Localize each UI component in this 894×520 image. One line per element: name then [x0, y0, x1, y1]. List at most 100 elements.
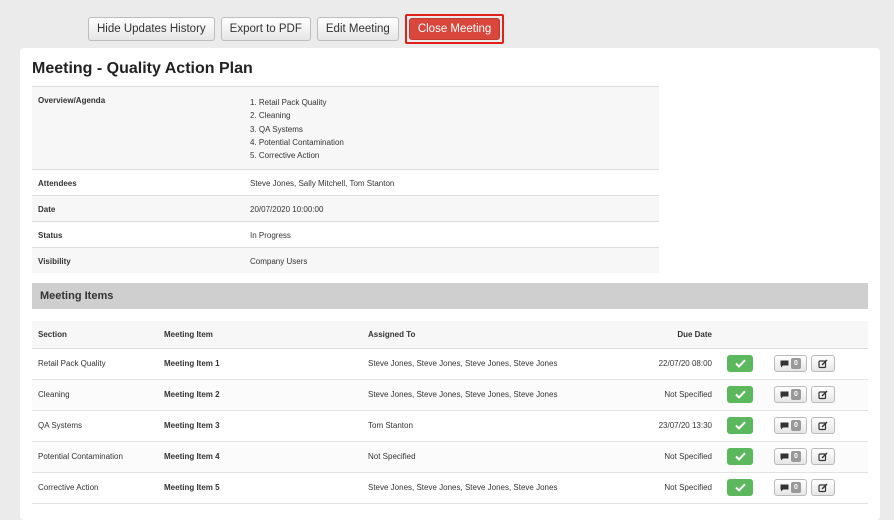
check-icon	[734, 421, 746, 430]
comment-icon	[780, 484, 789, 491]
row-section: Retail Pack Quality	[32, 348, 158, 380]
row-assigned-to: Steve Jones, Steve Jones, Steve Jones, S…	[362, 348, 594, 380]
close-meeting-button[interactable]: Close Meeting	[408, 18, 501, 40]
agenda-list: 1. Retail Pack Quality 2. Cleaning 3. QA…	[244, 85, 659, 170]
check-icon	[734, 359, 746, 368]
edit-icon	[818, 421, 828, 430]
details-row-status: Status In Progress	[32, 221, 659, 248]
agenda-item: 4. Potential Contamination	[250, 137, 344, 147]
column-header-section: Section	[32, 321, 158, 349]
meeting-panel: Meeting - Quality Action Plan Overview/A…	[20, 48, 880, 520]
edit-icon	[818, 452, 828, 461]
row-actions-cell: 0	[768, 379, 868, 411]
row-section: Cleaning	[32, 379, 158, 411]
table-row: Corrective Action Meeting Item 5 Steve J…	[32, 472, 868, 504]
comments-button[interactable]: 0	[774, 448, 807, 465]
row-meeting-item: Meeting Item 3	[158, 410, 362, 442]
row-due-date: Not Specified	[594, 379, 712, 411]
edit-item-button[interactable]	[811, 417, 836, 434]
row-complete-cell	[712, 379, 768, 411]
comments-button[interactable]: 0	[774, 417, 807, 434]
check-icon	[734, 483, 746, 492]
items-table-body: Retail Pack Quality Meeting Item 1 Steve…	[32, 348, 868, 504]
row-complete-cell	[712, 348, 768, 380]
column-header-assigned: Assigned To	[362, 321, 594, 349]
table-row: Potential Contamination Meeting Item 4 N…	[32, 441, 868, 473]
row-due-date: Not Specified	[594, 472, 712, 504]
agenda-item: 1. Retail Pack Quality	[250, 98, 327, 107]
agenda-item: 2. Cleaning	[250, 111, 291, 121]
row-complete-cell	[712, 472, 768, 504]
agenda-item: 3. QA Systems	[250, 124, 303, 134]
meeting-items-heading: Meeting Items	[32, 283, 868, 309]
row-meeting-item: Meeting Item 1	[158, 348, 362, 380]
details-row-visibility: Visibility Company Users	[32, 247, 659, 274]
comment-icon	[780, 453, 789, 460]
comment-count: 0	[791, 420, 801, 431]
meeting-items-table: Section Meeting Item Assigned To Due Dat…	[32, 321, 868, 504]
row-due-date: 22/07/20 08:00	[594, 348, 712, 380]
attendees-value: Steve Jones, Sally Mitchell, Tom Stanton	[244, 169, 659, 196]
toolbar: Hide Updates History Export to PDF Edit …	[88, 14, 505, 44]
page-title: Meeting - Quality Action Plan	[32, 60, 253, 77]
comments-button[interactable]: 0	[774, 355, 807, 372]
details-row-overview: Overview/Agenda 1. Retail Pack Quality 2…	[32, 85, 659, 170]
complete-button[interactable]	[727, 448, 753, 465]
complete-button[interactable]	[727, 479, 753, 496]
complete-button[interactable]	[727, 355, 753, 372]
comment-icon	[780, 422, 789, 429]
comments-button[interactable]: 0	[774, 386, 807, 403]
comment-count: 0	[791, 482, 801, 493]
table-row: Cleaning Meeting Item 2 Steve Jones, Ste…	[32, 379, 868, 411]
visibility-label: Visibility	[32, 247, 244, 274]
visibility-value: Company Users	[244, 247, 659, 274]
row-due-date: Not Specified	[594, 441, 712, 473]
row-meeting-item: Meeting Item 2	[158, 379, 362, 411]
comment-count: 0	[791, 389, 801, 400]
column-header-item: Meeting Item	[158, 321, 362, 349]
complete-button[interactable]	[727, 417, 753, 434]
comment-icon	[780, 360, 789, 367]
edit-item-button[interactable]	[811, 355, 836, 372]
row-assigned-to: Not Specified	[362, 441, 594, 473]
edit-item-button[interactable]	[811, 448, 836, 465]
table-row: QA Systems Meeting Item 3 Tom Stanton 23…	[32, 410, 868, 442]
status-value: In Progress	[244, 221, 659, 248]
meeting-details-table: Overview/Agenda 1. Retail Pack Quality 2…	[32, 85, 659, 274]
edit-icon	[818, 359, 828, 368]
date-label: Date	[32, 195, 244, 222]
export-to-pdf-button[interactable]: Export to PDF	[220, 17, 311, 41]
column-header-due: Due Date	[594, 321, 712, 349]
row-due-date: 23/07/20 13:30	[594, 410, 712, 442]
details-row-attendees: Attendees Steve Jones, Sally Mitchell, T…	[32, 169, 659, 196]
date-value: 20/07/2020 10:00:00	[244, 195, 659, 222]
row-assigned-to: Steve Jones, Steve Jones, Steve Jones, S…	[362, 472, 594, 504]
complete-button[interactable]	[727, 386, 753, 403]
column-header-actions	[768, 321, 868, 349]
comment-icon	[780, 391, 789, 398]
details-row-date: Date 20/07/2020 10:00:00	[32, 195, 659, 222]
check-icon	[734, 452, 746, 461]
row-section: Corrective Action	[32, 472, 158, 504]
edit-meeting-button[interactable]: Edit Meeting	[316, 17, 399, 41]
edit-icon	[818, 483, 828, 492]
edit-icon	[818, 390, 828, 399]
comments-button[interactable]: 0	[774, 479, 807, 496]
row-assigned-to: Tom Stanton	[362, 410, 594, 442]
row-actions-cell: 0	[768, 472, 868, 504]
column-header-complete	[712, 321, 768, 349]
comment-count: 0	[791, 451, 801, 462]
row-meeting-item: Meeting Item 4	[158, 441, 362, 473]
row-complete-cell	[712, 441, 768, 473]
row-actions-cell: 0	[768, 441, 868, 473]
close-meeting-highlight: Close Meeting	[404, 14, 505, 44]
hide-updates-history-button[interactable]: Hide Updates History	[88, 17, 215, 41]
overview-label: Overview/Agenda	[32, 85, 244, 170]
edit-item-button[interactable]	[811, 479, 836, 496]
edit-item-button[interactable]	[811, 386, 836, 403]
status-label: Status	[32, 221, 244, 248]
row-actions-cell: 0	[768, 348, 868, 380]
check-icon	[734, 390, 746, 399]
comment-count: 0	[791, 358, 801, 369]
agenda-item: 5. Corrective Action	[250, 151, 320, 161]
